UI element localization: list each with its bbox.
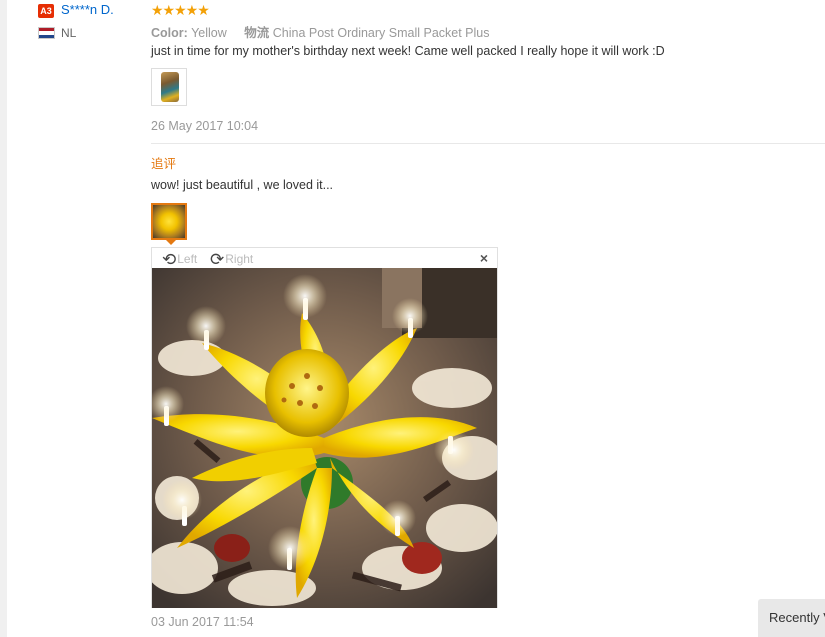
rotate-left-button[interactable]: ⟲Left <box>162 250 197 270</box>
color-label: Color: <box>151 26 188 40</box>
feedback-photo-thumbnail-selected[interactable] <box>151 203 187 240</box>
rotate-left-label: Left <box>177 252 198 266</box>
rotate-right-button[interactable]: ⟳Right <box>210 250 253 270</box>
image-viewer: ⟲Left ⟳Right × <box>151 247 498 608</box>
review-date: 26 May 2017 10:04 <box>151 119 259 133</box>
lotus-candle-photo <box>152 268 497 608</box>
buyer-level-badge: A3 <box>38 4 54 18</box>
reviewer-country: NL <box>61 26 77 40</box>
reviewer-name[interactable]: S****n D. <box>61 2 114 17</box>
recently-viewed-tab[interactable]: Recently V <box>758 599 825 637</box>
additional-feedback-label: 追评 <box>151 157 177 171</box>
rotate-right-icon: ⟳ <box>210 250 225 269</box>
star-rating: ★★★★★ <box>151 2 210 18</box>
close-icon[interactable]: × <box>480 250 488 266</box>
rotate-left-icon: ⟲ <box>162 250 177 269</box>
rotate-right-label: Right <box>225 252 254 266</box>
logistics-label: 物流 <box>244 26 270 40</box>
left-border <box>0 0 7 637</box>
additional-feedback-date: 03 Jun 2017 11:54 <box>151 615 254 629</box>
order-info: Color: Yellow 物流 China Post Ordinary Sma… <box>151 22 504 41</box>
logistics-value: China Post Ordinary Small Packet Plus <box>272 26 490 40</box>
selected-thumbnail-pointer <box>165 239 177 245</box>
color-value: Yellow <box>191 26 227 40</box>
divider <box>151 143 825 144</box>
review-text: just in time for my mother's birthday ne… <box>151 44 665 58</box>
country-flag-icon <box>38 27 55 39</box>
additional-feedback-text: wow! just beautiful , we loved it... <box>151 178 334 192</box>
review-photo-thumbnail[interactable] <box>151 68 187 106</box>
enlarged-review-photo <box>152 268 497 608</box>
image-viewer-toolbar: ⟲Left ⟳Right × <box>152 248 497 270</box>
